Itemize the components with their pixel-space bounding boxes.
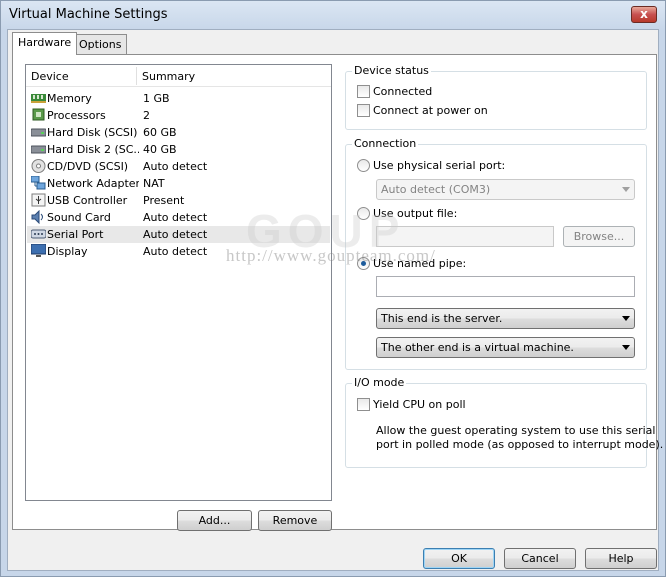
device-name: Sound Card (47, 211, 111, 224)
device-name: Network Adapter (47, 177, 139, 190)
vm-settings-window: Virtual Machine Settings x Hardware Opti… (0, 0, 666, 577)
connection-legend: Connection (352, 137, 419, 150)
device-summary: Auto detect (143, 228, 208, 241)
browse-button[interactable]: Browse... (563, 226, 635, 247)
other-end-select[interactable]: The other end is a virtual machine. (376, 337, 635, 358)
device-row-processors[interactable]: Processors 2 (27, 107, 330, 124)
device-name: Serial Port (47, 228, 104, 241)
yield-cpu-checkbox[interactable] (357, 398, 370, 411)
tab-hardware[interactable]: Hardware (12, 32, 78, 55)
remove-button[interactable]: Remove (258, 510, 332, 531)
network-icon (31, 176, 46, 190)
output-file-input[interactable] (376, 226, 554, 247)
cd-dvd-icon (31, 159, 46, 173)
connect-at-power-on-label[interactable]: Connect at power on (373, 104, 488, 117)
device-summary: Auto detect (143, 160, 208, 173)
chevron-down-icon (622, 345, 630, 350)
connected-label[interactable]: Connected (373, 85, 432, 98)
help-button[interactable]: Help (585, 548, 657, 569)
device-row-cd-dvd[interactable]: CD/DVD (SCSI) Auto detect (27, 158, 330, 175)
column-summary[interactable]: Summary (142, 70, 195, 83)
tab-options[interactable]: Options (73, 34, 128, 54)
device-row-hard-disk-2[interactable]: Hard Disk 2 (SC... 40 GB (27, 141, 330, 158)
hard-disk-icon (31, 128, 46, 137)
device-summary: NAT (143, 177, 165, 190)
processor-icon (32, 108, 45, 121)
device-name: Processors (47, 109, 106, 122)
hard-disk-icon (31, 145, 46, 154)
add-button[interactable]: Add... (177, 510, 252, 531)
usb-icon (31, 193, 46, 207)
device-row-sound-card[interactable]: Sound Card Auto detect (27, 209, 330, 226)
connected-checkbox[interactable] (357, 85, 370, 98)
output-file-radio[interactable] (357, 207, 370, 220)
io-mode-legend: I/O mode (352, 376, 407, 389)
window-title: Virtual Machine Settings (9, 7, 168, 22)
device-summary: 60 GB (143, 126, 177, 139)
ok-button[interactable]: OK (423, 548, 495, 569)
device-list-header: Device Summary (26, 65, 331, 87)
named-pipe-label[interactable]: Use named pipe: (373, 257, 466, 270)
chevron-down-icon (622, 316, 630, 321)
dialog-client: Hardware Options Device Summary Memory 1… (7, 29, 663, 571)
device-name: CD/DVD (SCSI) (47, 160, 129, 173)
device-row-memory[interactable]: Memory 1 GB (27, 90, 330, 107)
output-file-label[interactable]: Use output file: (373, 207, 457, 220)
device-summary: 2 (143, 109, 150, 122)
device-list[interactable]: Device Summary Memory 1 GB Processors 2 … (25, 64, 332, 501)
device-name: Hard Disk 2 (SC... (47, 143, 139, 156)
close-button[interactable]: x (631, 6, 657, 23)
column-separator[interactable] (136, 67, 137, 85)
device-name: Hard Disk (SCSI) (47, 126, 138, 139)
device-summary: Auto detect (143, 211, 208, 224)
end-role-select[interactable]: This end is the server. (376, 308, 635, 329)
chevron-down-icon (622, 187, 630, 192)
hardware-panel: Device Summary Memory 1 GB Processors 2 … (12, 54, 663, 531)
named-pipe-radio[interactable] (357, 257, 370, 270)
yield-cpu-label[interactable]: Yield CPU on poll (373, 398, 466, 411)
device-row-usb-controller[interactable]: USB Controller Present (27, 192, 330, 209)
device-status-group: Device status Connected Connect at power… (345, 64, 647, 130)
monitor-icon (31, 244, 46, 257)
named-pipe-input[interactable] (376, 276, 635, 297)
physical-port-radio[interactable] (357, 159, 370, 172)
device-row-network-adapter[interactable]: Network Adapter NAT (27, 175, 330, 192)
device-row-hard-disk[interactable]: Hard Disk (SCSI) 60 GB (27, 124, 330, 141)
other-end-value: The other end is a virtual machine. (381, 341, 574, 354)
physical-port-label[interactable]: Use physical serial port: (373, 159, 505, 172)
connection-group: Connection Use physical serial port: Aut… (345, 137, 647, 370)
serial-port-icon (31, 229, 46, 239)
physical-port-value: Auto detect (COM3) (381, 183, 491, 196)
io-mode-group: I/O mode Yield CPU on poll Allow the gue… (345, 376, 663, 468)
speaker-icon (31, 210, 43, 224)
io-mode-description-line2: port in polled mode (as opposed to inter… (376, 438, 664, 451)
device-row-serial-port[interactable]: Serial Port Auto detect (27, 226, 330, 243)
memory-icon (31, 94, 46, 103)
device-summary: 40 GB (143, 143, 177, 156)
device-status-legend: Device status (352, 64, 431, 77)
physical-port-select[interactable]: Auto detect (COM3) (376, 179, 635, 200)
device-summary: Present (143, 194, 185, 207)
title-bar: Virtual Machine Settings x (1, 1, 665, 29)
device-summary: Auto detect (143, 245, 208, 258)
column-device[interactable]: Device (31, 70, 69, 83)
device-summary: 1 GB (143, 92, 170, 105)
cancel-button[interactable]: Cancel (504, 548, 576, 569)
connect-at-power-on-checkbox[interactable] (357, 104, 370, 117)
device-name: Memory (47, 92, 92, 105)
device-row-display[interactable]: Display Auto detect (27, 243, 330, 260)
end-role-value: This end is the server. (381, 312, 503, 325)
device-name: Display (47, 245, 88, 258)
device-name: USB Controller (47, 194, 128, 207)
io-mode-description-line1: Allow the guest operating system to use … (376, 424, 656, 437)
